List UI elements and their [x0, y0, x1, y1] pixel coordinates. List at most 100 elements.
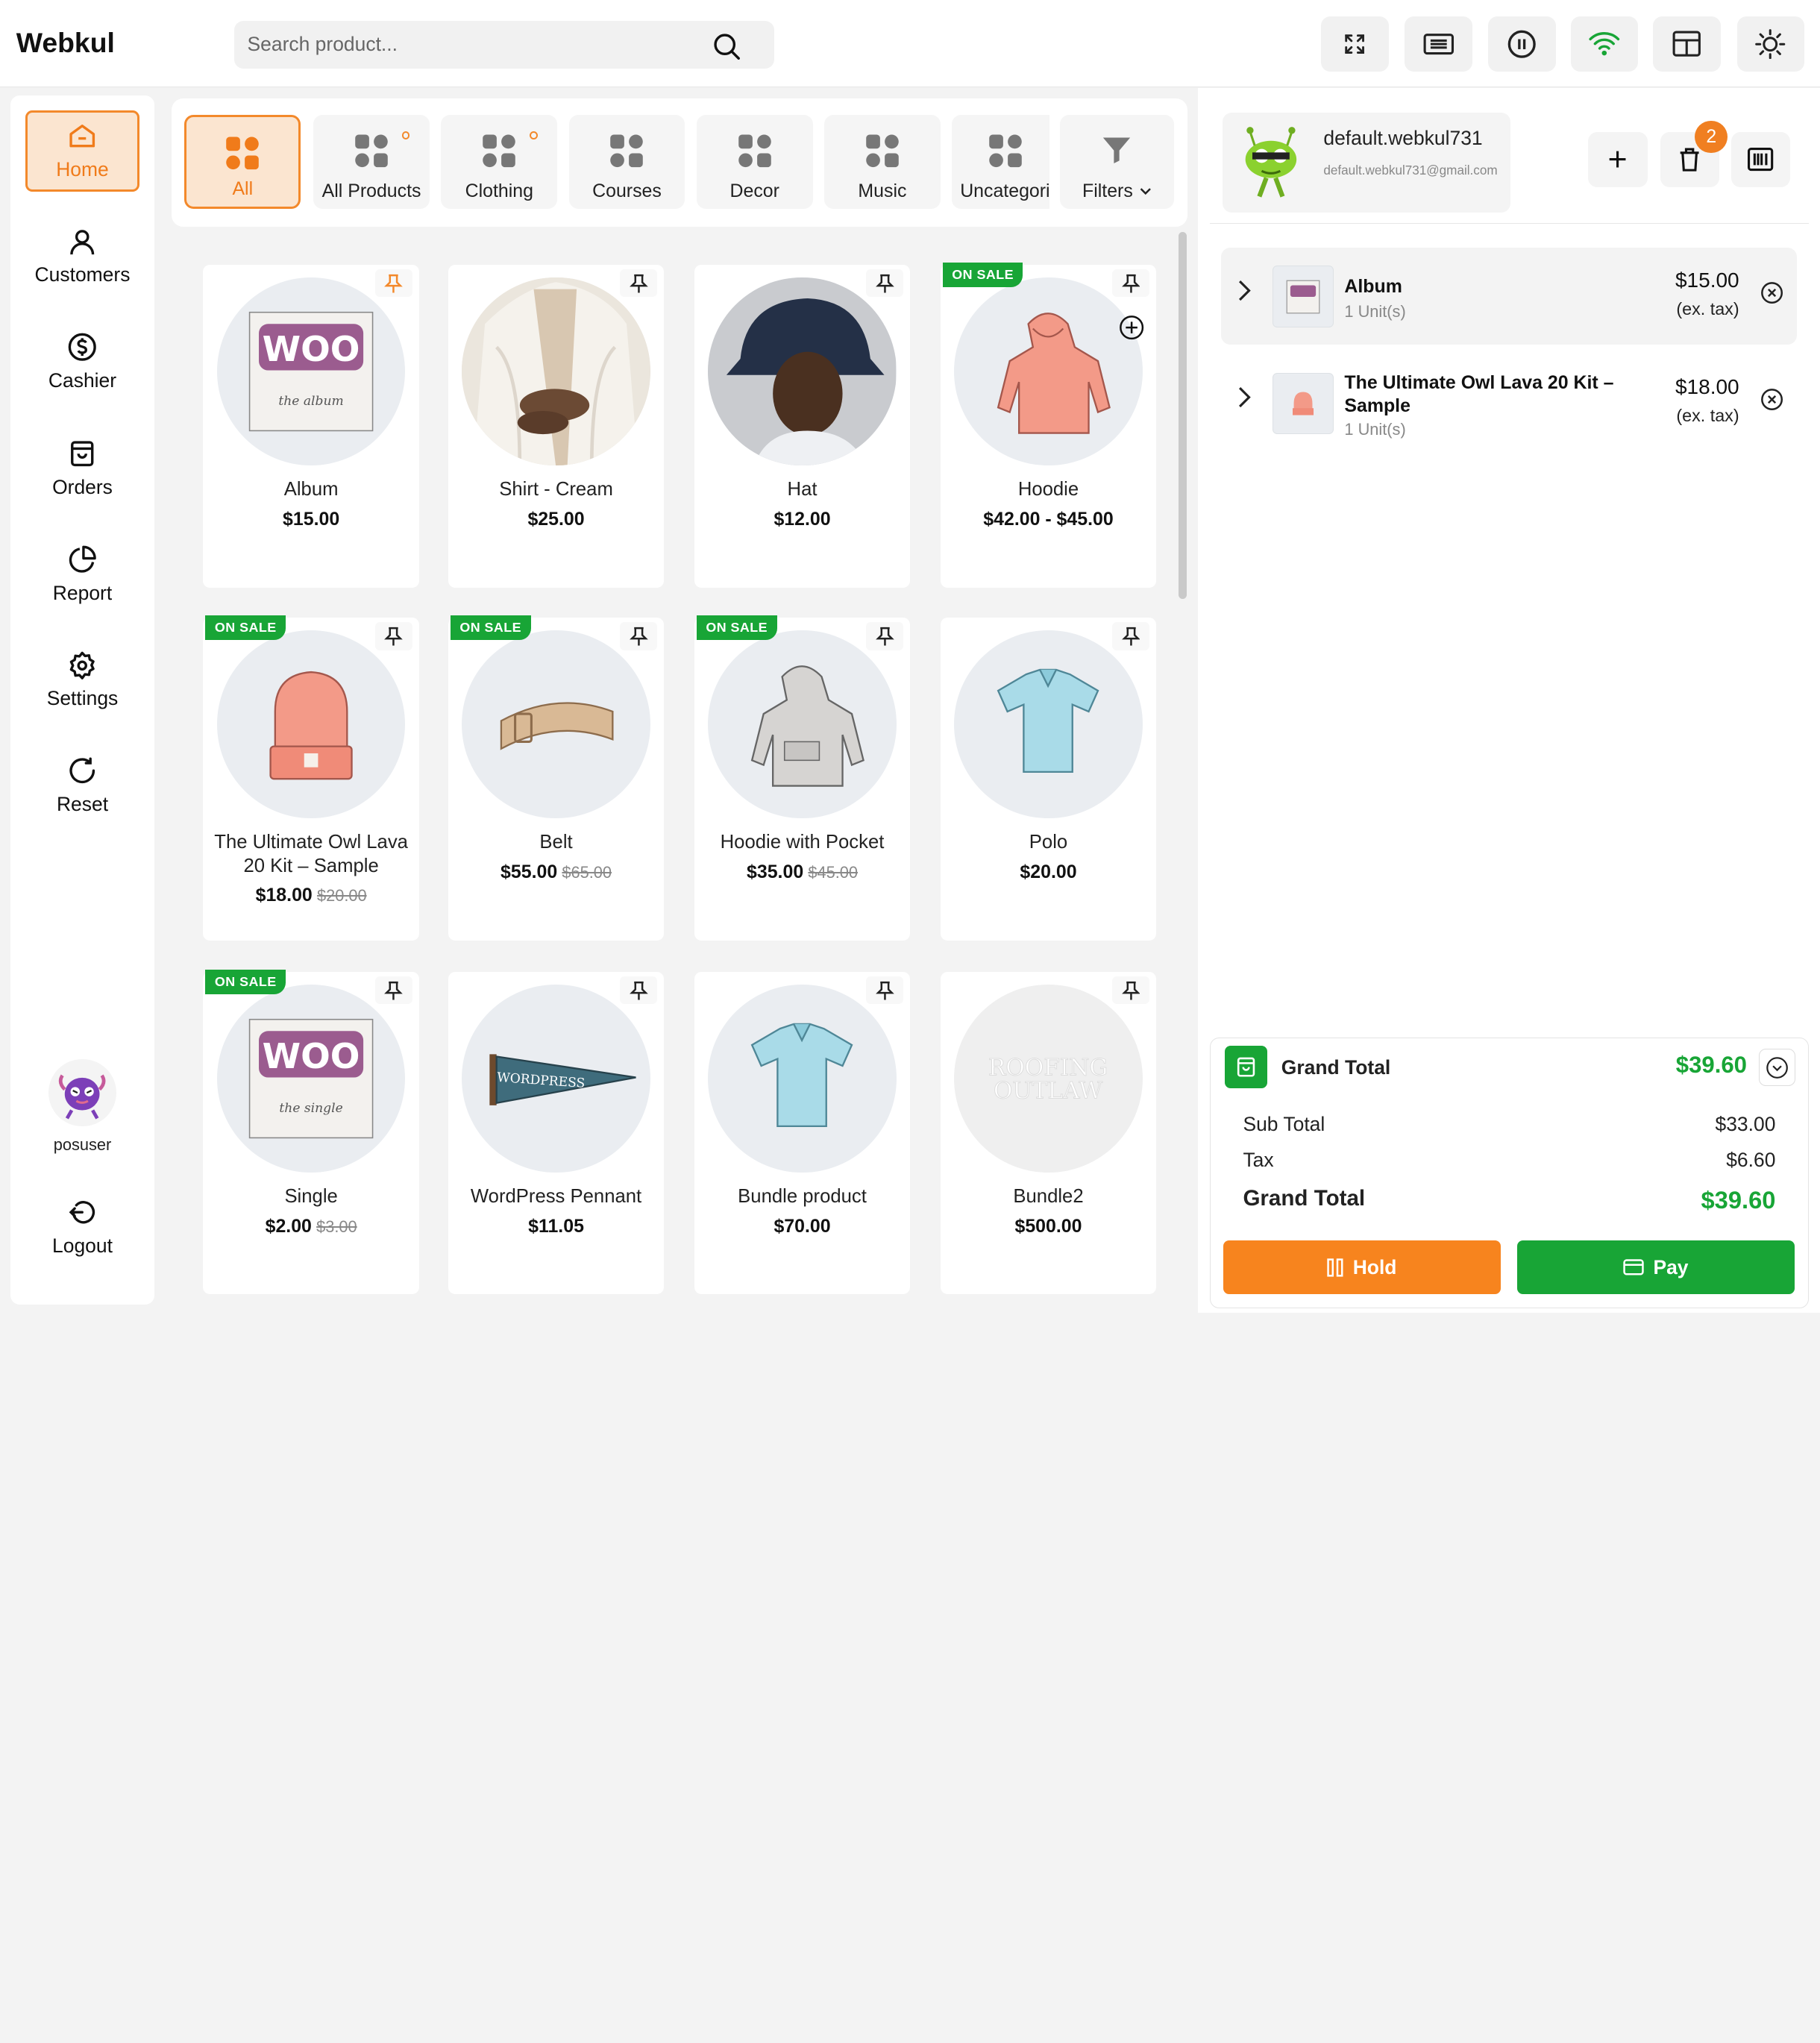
product-image	[708, 630, 897, 819]
category-all-products[interactable]: All Products	[313, 115, 430, 210]
grid-icon	[609, 134, 644, 169]
cart-panel: default.webkul731 default.webkul731@gmai…	[1198, 88, 1820, 1314]
keyboard-button[interactable]	[1405, 16, 1472, 72]
grid-icon	[482, 134, 517, 169]
product-image	[217, 630, 406, 819]
product-scrollbar[interactable]	[1178, 232, 1187, 600]
cart-item-price: $15.00	[1675, 268, 1739, 292]
pin-icon	[1121, 273, 1140, 294]
avatar	[48, 1058, 116, 1126]
pin-button[interactable]	[374, 622, 412, 650]
sidebar-item-report[interactable]: Report	[25, 534, 139, 615]
wifi-icon	[1588, 30, 1621, 57]
pin-button[interactable]	[620, 269, 657, 298]
cart-item-name: Album	[1344, 275, 1402, 297]
product-card[interactable]: Hat $12.00	[694, 264, 911, 588]
subtotal-value: $33.00	[1715, 1113, 1776, 1136]
sidebar-item-reset[interactable]: Reset	[25, 745, 139, 826]
cart-item[interactable]: The Ultimate Owl Lava 20 Kit – Sample 1 …	[1221, 354, 1797, 452]
product-image	[462, 630, 650, 819]
product-card[interactable]: Bundle product $70.00	[694, 971, 911, 1295]
theme-button[interactable]	[1736, 16, 1804, 72]
category-all[interactable]: All	[184, 115, 301, 210]
dollar-icon	[67, 332, 97, 362]
pin-icon	[629, 626, 648, 647]
hold-button[interactable]: Hold	[1223, 1240, 1501, 1294]
pin-button[interactable]	[620, 976, 657, 1005]
sidebar-item-orders[interactable]: Orders	[25, 428, 139, 509]
product-name: The Ultimate Owl Lava 20 Kit – Sample	[214, 832, 408, 876]
product-card[interactable]: WOO the single ON SALE Single $2.00 $3.00	[203, 969, 419, 1295]
filters-button[interactable]: Filters	[1060, 115, 1174, 210]
trash-icon	[1677, 147, 1702, 172]
pin-button[interactable]	[374, 269, 412, 298]
product-card[interactable]: WORDPRESS WordPress Pennant $11.05	[448, 971, 665, 1295]
filters-label: Filters	[1082, 180, 1133, 201]
logout-button[interactable]: Logout	[25, 1187, 139, 1268]
chevron-right-icon[interactable]	[1237, 386, 1252, 409]
layout-button[interactable]	[1653, 16, 1721, 72]
sidebar-item-home[interactable]: Home	[25, 110, 139, 192]
sidebar-item-customers[interactable]: Customers	[25, 216, 139, 298]
reset-icon	[67, 756, 97, 785]
pin-button[interactable]	[866, 622, 903, 650]
grand-total-header: Grand Total $39.60	[1224, 1045, 1796, 1090]
chevron-right-icon[interactable]	[1237, 279, 1252, 302]
product-price: $55.00 $65.00	[448, 862, 665, 883]
product-card[interactable]: WOO the album Album $15.00	[203, 264, 419, 588]
current-price: $12.00	[774, 508, 831, 530]
user-profile[interactable]: posuser	[10, 1058, 154, 1155]
pause-bars-icon	[1327, 1258, 1343, 1277]
plus-circle-icon	[1119, 315, 1144, 340]
category-clothing[interactable]: Clothing	[441, 115, 558, 210]
cart-item-tax-note: (ex. tax)	[1676, 406, 1739, 426]
pay-button[interactable]: Pay	[1516, 1240, 1795, 1294]
product-price: $15.00	[203, 509, 419, 530]
category-decor[interactable]: Decor	[696, 115, 813, 210]
pin-button[interactable]	[866, 976, 903, 1005]
category-label: Clothing	[465, 180, 533, 201]
fullscreen-button[interactable]	[1321, 16, 1389, 72]
pin-button[interactable]	[1112, 269, 1149, 298]
pin-button[interactable]	[374, 976, 412, 1005]
current-price: $2.00	[265, 1215, 312, 1237]
product-price: $18.00 $20.00	[203, 885, 419, 906]
remove-item-button[interactable]	[1760, 281, 1783, 304]
search-input[interactable]	[234, 21, 699, 69]
subcategory-indicator	[529, 131, 538, 139]
customer-card[interactable]: default.webkul731 default.webkul731@gmai…	[1222, 112, 1510, 213]
pin-button[interactable]	[1112, 976, 1149, 1005]
cart-icon	[1224, 1045, 1268, 1089]
pause-button[interactable]	[1488, 16, 1556, 72]
product-name: Polo	[1029, 832, 1068, 853]
product-card[interactable]: Polo $20.00	[940, 618, 1157, 941]
sidebar-item-settings[interactable]: Settings	[25, 640, 139, 721]
pin-button[interactable]	[1112, 622, 1149, 650]
add-variation-button[interactable]	[1119, 315, 1144, 340]
category-uncategorized[interactable]: Uncategorized	[952, 115, 1050, 210]
pin-icon	[629, 980, 648, 1001]
toggle-totals-button[interactable]	[1758, 1049, 1796, 1087]
single-handwriting: the single	[279, 1101, 342, 1116]
category-music[interactable]: Music	[824, 115, 941, 210]
wifi-button[interactable]	[1570, 16, 1639, 72]
add-customer-button[interactable]	[1588, 132, 1648, 187]
product-card[interactable]: ON SALE Belt $55.00 $65.00	[448, 615, 665, 941]
search-icon[interactable]	[712, 31, 741, 61]
product-price: $12.00	[694, 509, 911, 530]
credit-card-icon	[1623, 1259, 1644, 1275]
pin-button[interactable]	[620, 622, 657, 650]
pin-button[interactable]	[866, 269, 903, 298]
category-courses[interactable]: Courses	[568, 115, 685, 210]
product-card[interactable]: ON SALE Hoodie $42.00 - $45.00	[940, 262, 1157, 588]
sidebar-item-cashier[interactable]: Cashier	[25, 321, 139, 403]
product-card[interactable]: Shirt - Cream $25.00	[448, 264, 665, 588]
product-card[interactable]: ON SALE The Ultimate Owl Lava 20 Kit – S…	[203, 615, 419, 941]
barcode-button[interactable]	[1730, 132, 1791, 187]
cart-item[interactable]: Album 1 Unit(s) $15.00 (ex. tax)	[1221, 247, 1798, 345]
remove-item-button[interactable]	[1760, 388, 1783, 411]
original-price: $20.00	[316, 886, 367, 906]
product-card[interactable]: ROOFING OUTLAW Bundle2 $500.00	[940, 971, 1157, 1295]
woo-logo-text: WOO	[263, 1037, 360, 1077]
product-card[interactable]: ON SALE Hoodie with Pocket $35.00 $45.00	[694, 615, 911, 941]
